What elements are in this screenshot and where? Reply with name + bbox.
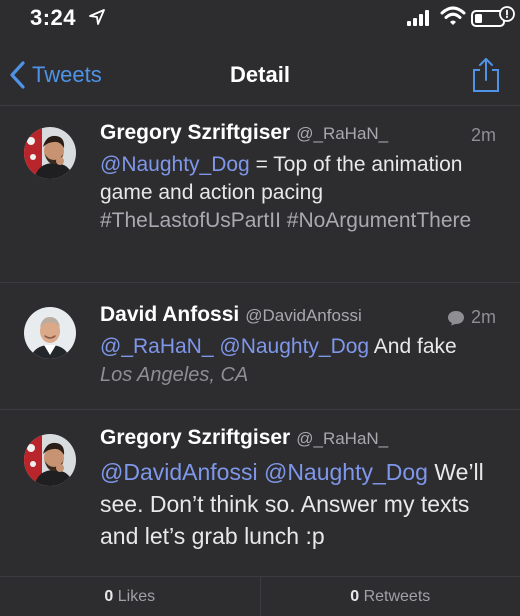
avatar-david-icon (24, 307, 76, 359)
back-button[interactable]: Tweets (8, 58, 102, 92)
status-bar: 3:24 (0, 0, 520, 40)
tweet-location[interactable]: Los Angeles, CA (100, 361, 496, 389)
status-time: 3:24 (30, 5, 77, 30)
likes-label: Likes (117, 588, 156, 605)
retweets-count: 0 (350, 588, 360, 605)
author-handle[interactable]: @DavidAnfossi (245, 306, 361, 326)
back-label: Tweets (32, 62, 102, 87)
stats-bar: 0 Likes 0 Retweets (0, 576, 520, 616)
focused-tweet: Gregory Szriftgiser @_RaHaN_ @DavidAnfos… (0, 410, 520, 576)
retweets-stat[interactable]: 0 Retweets (261, 577, 520, 616)
mention-link[interactable]: @Naughty_Dog (219, 335, 369, 358)
text-segment: And fake (369, 335, 457, 358)
signal-icon (407, 10, 429, 26)
tweet-text: @_RaHaN_ @Naughty_Dog And fake (100, 333, 496, 361)
author-name[interactable]: Gregory Szriftgiser (100, 426, 290, 450)
tweet-header: Gregory Szriftgiser @_RaHaN_ (100, 121, 496, 151)
tweet-item[interactable]: Gregory Szriftgiser @_RaHaN_ 2m @Naughty… (0, 107, 520, 283)
tweet-text: @DavidAnfossi @Naughty_Dog We’ll see. Do… (100, 456, 496, 552)
avatar[interactable] (24, 434, 76, 486)
location-arrow-icon (89, 9, 105, 25)
likes-stat[interactable]: 0 Likes (0, 577, 261, 616)
mention-link[interactable]: @_RaHaN_ (100, 335, 214, 358)
tweet-header: Gregory Szriftgiser @_RaHaN_ (100, 426, 496, 456)
likes-count: 0 (104, 588, 114, 605)
mention-link[interactable]: @DavidAnfossi (100, 459, 258, 485)
author-handle[interactable]: @_RaHaN_ (296, 124, 388, 144)
nav-bar: Tweets Detail (0, 40, 520, 106)
hashtag-link[interactable]: #NoArgumentThere (287, 209, 471, 232)
tweet-text: @Naughty_Dog = Top of the animation game… (100, 151, 496, 235)
tweet-detail-screen: 3:24 Tweets Detail Gregory Szriftgiser @… (0, 0, 520, 616)
mention-link[interactable]: @Naughty_Dog (264, 459, 428, 485)
tweet-header: David Anfossi @DavidAnfossi (100, 303, 496, 333)
avatar-gregory-icon (24, 127, 76, 179)
author-handle[interactable]: @_RaHaN_ (296, 429, 388, 449)
tweet-time: 2m (447, 307, 496, 328)
battery-icon (471, 6, 515, 27)
share-icon[interactable] (470, 56, 502, 94)
avatar-gregory-icon (24, 434, 76, 486)
hashtag-link[interactable]: #TheLastofUsPartII (100, 209, 281, 232)
wifi-icon (440, 6, 466, 25)
retweets-label: Retweets (363, 588, 431, 605)
tweet-time-label: 2m (470, 125, 496, 145)
author-name[interactable]: Gregory Szriftgiser (100, 121, 290, 145)
avatar[interactable] (24, 127, 76, 179)
tweet-time: 2m (471, 125, 496, 146)
author-name[interactable]: David Anfossi (100, 303, 239, 327)
chevron-left-icon (10, 61, 25, 89)
tweet-item[interactable]: David Anfossi @DavidAnfossi 2m @_RaHaN_ … (0, 283, 520, 410)
tweet-time-label: 2m (470, 307, 496, 327)
avatar[interactable] (24, 307, 76, 359)
mention-link[interactable]: @Naughty_Dog (100, 153, 250, 176)
reply-bubble-icon (447, 310, 464, 325)
